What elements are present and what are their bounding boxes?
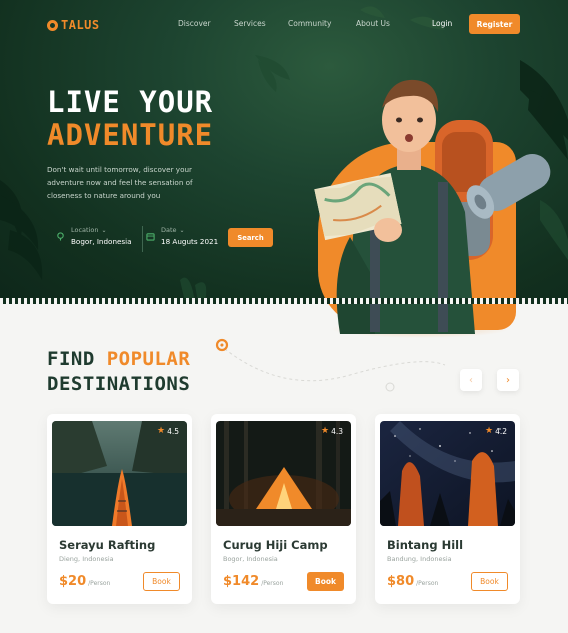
rating-value: 4.3 bbox=[331, 426, 343, 436]
destination-photo: ★ 4.3 bbox=[216, 421, 351, 526]
brand-name: TALUS bbox=[61, 18, 100, 32]
calendar-icon bbox=[146, 233, 155, 241]
date-value: 18 Auguts 2021 bbox=[161, 237, 219, 246]
book-button[interactable]: Book bbox=[143, 572, 180, 591]
camping-photo bbox=[216, 421, 351, 526]
price-unit: /Person bbox=[261, 580, 284, 587]
destination-price: $80/Person bbox=[387, 574, 438, 589]
book-button[interactable]: Book bbox=[471, 572, 508, 591]
night-sky-photo bbox=[380, 421, 515, 526]
nav-discover[interactable]: Discover bbox=[178, 19, 211, 28]
rating-badge: ★ 4.3 bbox=[321, 426, 343, 436]
destination-location: Dieng, Indonesia bbox=[59, 555, 114, 563]
location-field[interactable]: Location ⌄ Bogor, Indonesia bbox=[56, 226, 132, 246]
register-button[interactable]: Register bbox=[469, 14, 520, 34]
destination-card[interactable]: ★ 4.3 Curug Hiji Camp Bogor, Indonesia $1… bbox=[211, 414, 356, 604]
nav-about-us[interactable]: About Us bbox=[356, 19, 390, 28]
destination-name: Curug Hiji Camp bbox=[223, 538, 328, 552]
nav-services[interactable]: Services bbox=[234, 19, 266, 28]
book-button[interactable]: Book bbox=[307, 572, 344, 591]
brand-logo[interactable]: TALUS bbox=[47, 18, 100, 32]
price-unit: /Person bbox=[88, 580, 111, 587]
destination-photo: ★ 4.5 bbox=[52, 421, 187, 526]
destination-price: $20/Person bbox=[59, 574, 110, 589]
rating-value: 4.5 bbox=[167, 426, 179, 436]
location-label: Location bbox=[71, 226, 99, 234]
star-icon: ★ bbox=[156, 426, 166, 436]
chevron-down-icon: ⌄ bbox=[101, 226, 107, 234]
title-popular: POPULAR bbox=[106, 348, 191, 370]
nav-community[interactable]: Community bbox=[288, 19, 331, 28]
section-title: FIND POPULAR DESTINATIONS bbox=[47, 347, 190, 397]
destination-location: Bandung, Indonesia bbox=[387, 555, 452, 563]
hero-description: Don't wait until tomorrow, discover your… bbox=[47, 165, 193, 200]
rating-value: 4.2 bbox=[495, 426, 507, 436]
hero-edge-stitch bbox=[0, 298, 568, 304]
headline-line-2: ADVENTURE bbox=[47, 118, 214, 152]
price-value: $80 bbox=[387, 574, 415, 589]
chevron-right-icon: › bbox=[506, 374, 510, 386]
location-value: Bogor, Indonesia bbox=[71, 237, 132, 246]
star-icon: ★ bbox=[484, 426, 494, 436]
chevron-down-icon: ⌄ bbox=[179, 226, 185, 234]
price-value: $20 bbox=[59, 574, 87, 589]
carousel-next-button[interactable]: › bbox=[497, 369, 519, 391]
destination-name: Serayu Rafting bbox=[59, 538, 156, 552]
traveler-image bbox=[314, 79, 551, 334]
map-pin-icon bbox=[215, 338, 229, 352]
location-pin-icon bbox=[57, 232, 64, 241]
logo-ring-icon bbox=[47, 19, 58, 31]
date-field[interactable]: Date ⌄ 18 Auguts 2021 bbox=[146, 226, 218, 246]
headline-line-1: LIVE YOUR bbox=[47, 85, 214, 119]
rafting-photo bbox=[52, 421, 187, 526]
destination-name: Bintang Hill bbox=[387, 538, 464, 552]
search-button[interactable]: Search bbox=[228, 228, 273, 247]
date-label: Date bbox=[161, 226, 177, 234]
field-divider bbox=[142, 226, 143, 252]
login-button[interactable]: Login bbox=[432, 19, 452, 28]
destination-card[interactable]: ★ 4.2 Bintang Hill Bandung, Indonesia $80… bbox=[375, 414, 520, 604]
destination-card[interactable]: ★ 4.5 Serayu Rafting Dieng, Indonesia $20… bbox=[47, 414, 192, 604]
price-value: $142 bbox=[223, 574, 260, 589]
dotted-path-decoration bbox=[219, 344, 446, 392]
rating-badge: ★ 4.2 bbox=[485, 426, 507, 436]
price-unit: /Person bbox=[416, 580, 439, 587]
title-find: FIND bbox=[47, 348, 107, 370]
destination-photo: ★ 4.2 bbox=[380, 421, 515, 526]
carousel-prev-button[interactable]: ‹ bbox=[460, 369, 482, 391]
rating-badge: ★ 4.5 bbox=[157, 426, 179, 436]
chevron-left-icon: ‹ bbox=[469, 374, 473, 386]
title-destinations: DESTINATIONS bbox=[47, 373, 191, 395]
destination-location: Bogor, Indonesia bbox=[223, 555, 278, 563]
star-icon: ★ bbox=[320, 426, 330, 436]
destination-price: $142/Person bbox=[223, 574, 283, 589]
hero-headline: LIVE YOUR ADVENTURE bbox=[47, 86, 213, 152]
